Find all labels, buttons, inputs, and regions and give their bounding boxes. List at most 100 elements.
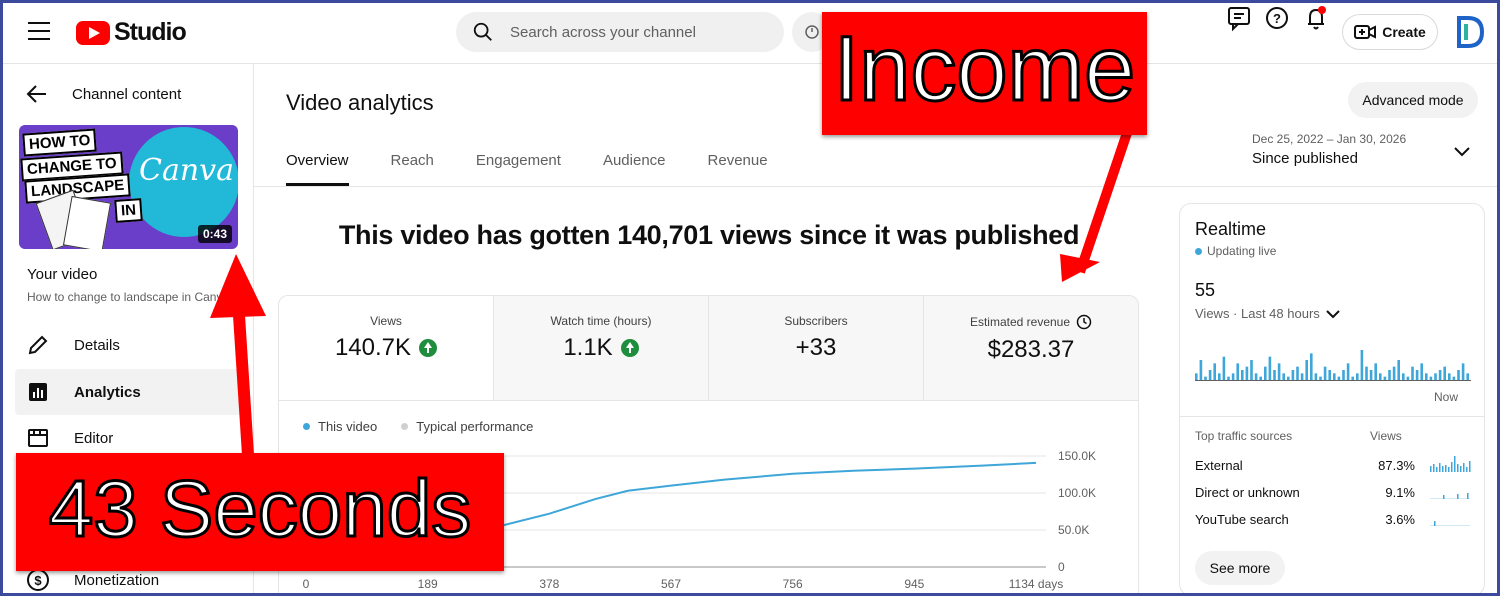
svg-text:?: ?	[1273, 11, 1281, 26]
menu-icon[interactable]	[28, 22, 50, 42]
seconds-annotation: 43 Seconds	[16, 453, 504, 571]
thumbnail-line-4: IN	[114, 198, 143, 223]
traffic-source-name: YouTube search	[1195, 512, 1289, 527]
realtime-bar	[1438, 370, 1442, 380]
realtime-bar	[1406, 376, 1410, 380]
thumbnail-paper-icon	[62, 195, 112, 249]
video-thumbnail[interactable]: Canva HOW TO CHANGE TO LANDSCAPE IN 0:43	[19, 125, 238, 249]
live-dot	[1195, 247, 1202, 255]
realtime-bar	[1457, 370, 1460, 380]
clock-icon	[805, 25, 819, 39]
realtime-bar	[1397, 360, 1400, 380]
x-tick-label: 567	[661, 577, 681, 591]
realtime-divider	[1180, 416, 1484, 417]
dollar-icon: $	[27, 569, 49, 591]
realtime-bar	[1415, 370, 1419, 380]
realtime-bar	[1199, 360, 1203, 380]
channel-avatar[interactable]	[1456, 16, 1486, 48]
chevron-down-icon[interactable]	[1452, 144, 1472, 160]
metric-cards: Views 140.7K Watch time (hours) 1.1K Sub…	[278, 295, 1139, 401]
sidebar-item-label: Editor	[74, 429, 114, 447]
realtime-bar	[1466, 373, 1469, 380]
advanced-mode-button[interactable]: Advanced mode	[1348, 82, 1478, 118]
realtime-bar	[1346, 363, 1350, 380]
tab-revenue[interactable]: Revenue	[708, 152, 768, 186]
traffic-source-pct: 87.3%	[1378, 458, 1415, 473]
tab-overview[interactable]: Overview	[286, 152, 349, 186]
realtime-now-label: Now	[1434, 390, 1459, 404]
analytics-icon	[29, 383, 47, 401]
metric-value: $283.37	[987, 336, 1075, 363]
video-add-icon	[1354, 25, 1377, 39]
realtime-bar	[1319, 376, 1322, 380]
realtime-bar-chart[interactable]	[1195, 342, 1475, 382]
back-arrow-icon	[26, 85, 46, 103]
metric-value: +33	[795, 334, 837, 361]
realtime-bar	[1402, 373, 1405, 380]
y-tick-label: 0	[1058, 560, 1065, 574]
youtube-play-icon	[76, 20, 110, 45]
live-label: Updating live	[1207, 244, 1277, 258]
clapper-icon	[28, 429, 48, 447]
realtime-bar	[1360, 350, 1364, 380]
sparkline	[1430, 521, 1470, 526]
realtime-bar	[1328, 370, 1331, 380]
search-bar[interactable]: Search across your channel	[456, 12, 784, 52]
create-button[interactable]: Create	[1342, 14, 1438, 50]
metric-value: 1.1K	[563, 334, 613, 361]
realtime-bar	[1337, 376, 1341, 380]
realtime-bar	[1241, 370, 1244, 380]
metric-views[interactable]: Views 140.7K	[279, 296, 494, 400]
thumbnail-line-1: HOW TO	[22, 128, 98, 157]
tab-engagement[interactable]: Engagement	[476, 152, 561, 186]
page-title: Video analytics	[286, 90, 434, 115]
realtime-title: Realtime	[1195, 219, 1267, 239]
metric-subscribers[interactable]: Subscribers +33	[709, 296, 924, 400]
studio-logo[interactable]: Studio	[76, 18, 187, 47]
realtime-period-dropdown[interactable]: Views · Last 48 hours	[1195, 306, 1342, 321]
sidebar-item-label: Analytics	[74, 383, 141, 401]
back-to-channel-content[interactable]: Channel content	[26, 84, 181, 104]
video-title: How to change to landscape in Canva	[27, 290, 227, 304]
tab-reach[interactable]: Reach	[391, 152, 434, 186]
x-tick-label: 1134 days	[1009, 577, 1064, 591]
realtime-bar	[1245, 366, 1249, 380]
sidebar-item-analytics[interactable]: Analytics	[15, 369, 241, 415]
realtime-bar	[1420, 363, 1423, 380]
realtime-bar	[1429, 376, 1433, 380]
realtime-bar	[1195, 373, 1198, 380]
notifications-bell-icon[interactable]	[1302, 4, 1330, 32]
realtime-bar	[1305, 360, 1308, 380]
search-icon	[473, 22, 492, 41]
sidebar-item-label: Details	[74, 336, 120, 354]
realtime-bar	[1300, 373, 1304, 380]
y-tick-label: 100.0K	[1058, 486, 1096, 500]
metric-watch-time[interactable]: Watch time (hours) 1.1K	[494, 296, 709, 400]
help-icon[interactable]: ?	[1263, 4, 1291, 32]
date-range-label[interactable]: Since published	[1252, 150, 1358, 167]
feedback-icon[interactable]	[1225, 4, 1253, 32]
realtime-bar	[1374, 363, 1377, 380]
create-label: Create	[1382, 24, 1426, 40]
income-arrow-head	[1060, 254, 1100, 282]
realtime-bar	[1351, 376, 1354, 380]
realtime-bar	[1452, 376, 1456, 380]
tab-audience[interactable]: Audience	[603, 152, 666, 186]
back-label: Channel content	[72, 85, 182, 103]
metric-label: Subscribers	[784, 314, 848, 328]
realtime-bar	[1314, 373, 1318, 380]
see-more-button[interactable]: See more	[1195, 551, 1285, 585]
realtime-bar	[1208, 370, 1212, 380]
traffic-source-name: External	[1195, 458, 1243, 473]
realtime-bar	[1236, 363, 1239, 380]
realtime-period-label: Views · Last 48 hours	[1195, 306, 1320, 321]
traffic-views-header: Views	[1370, 429, 1402, 443]
sidebar-item-details[interactable]: Details	[15, 322, 241, 368]
realtime-card: Realtime Updating live 55 Views · Last 4…	[1179, 203, 1485, 596]
realtime-bar	[1259, 376, 1262, 380]
metric-label: Estimated revenue	[969, 315, 1071, 329]
search-input[interactable]: Search across your channel	[510, 24, 696, 41]
date-range-text[interactable]: Dec 25, 2022 – Jan 30, 2026	[1252, 132, 1406, 146]
realtime-bar	[1254, 373, 1258, 380]
metric-estimated-revenue[interactable]: Estimated revenue $283.37	[924, 296, 1138, 400]
